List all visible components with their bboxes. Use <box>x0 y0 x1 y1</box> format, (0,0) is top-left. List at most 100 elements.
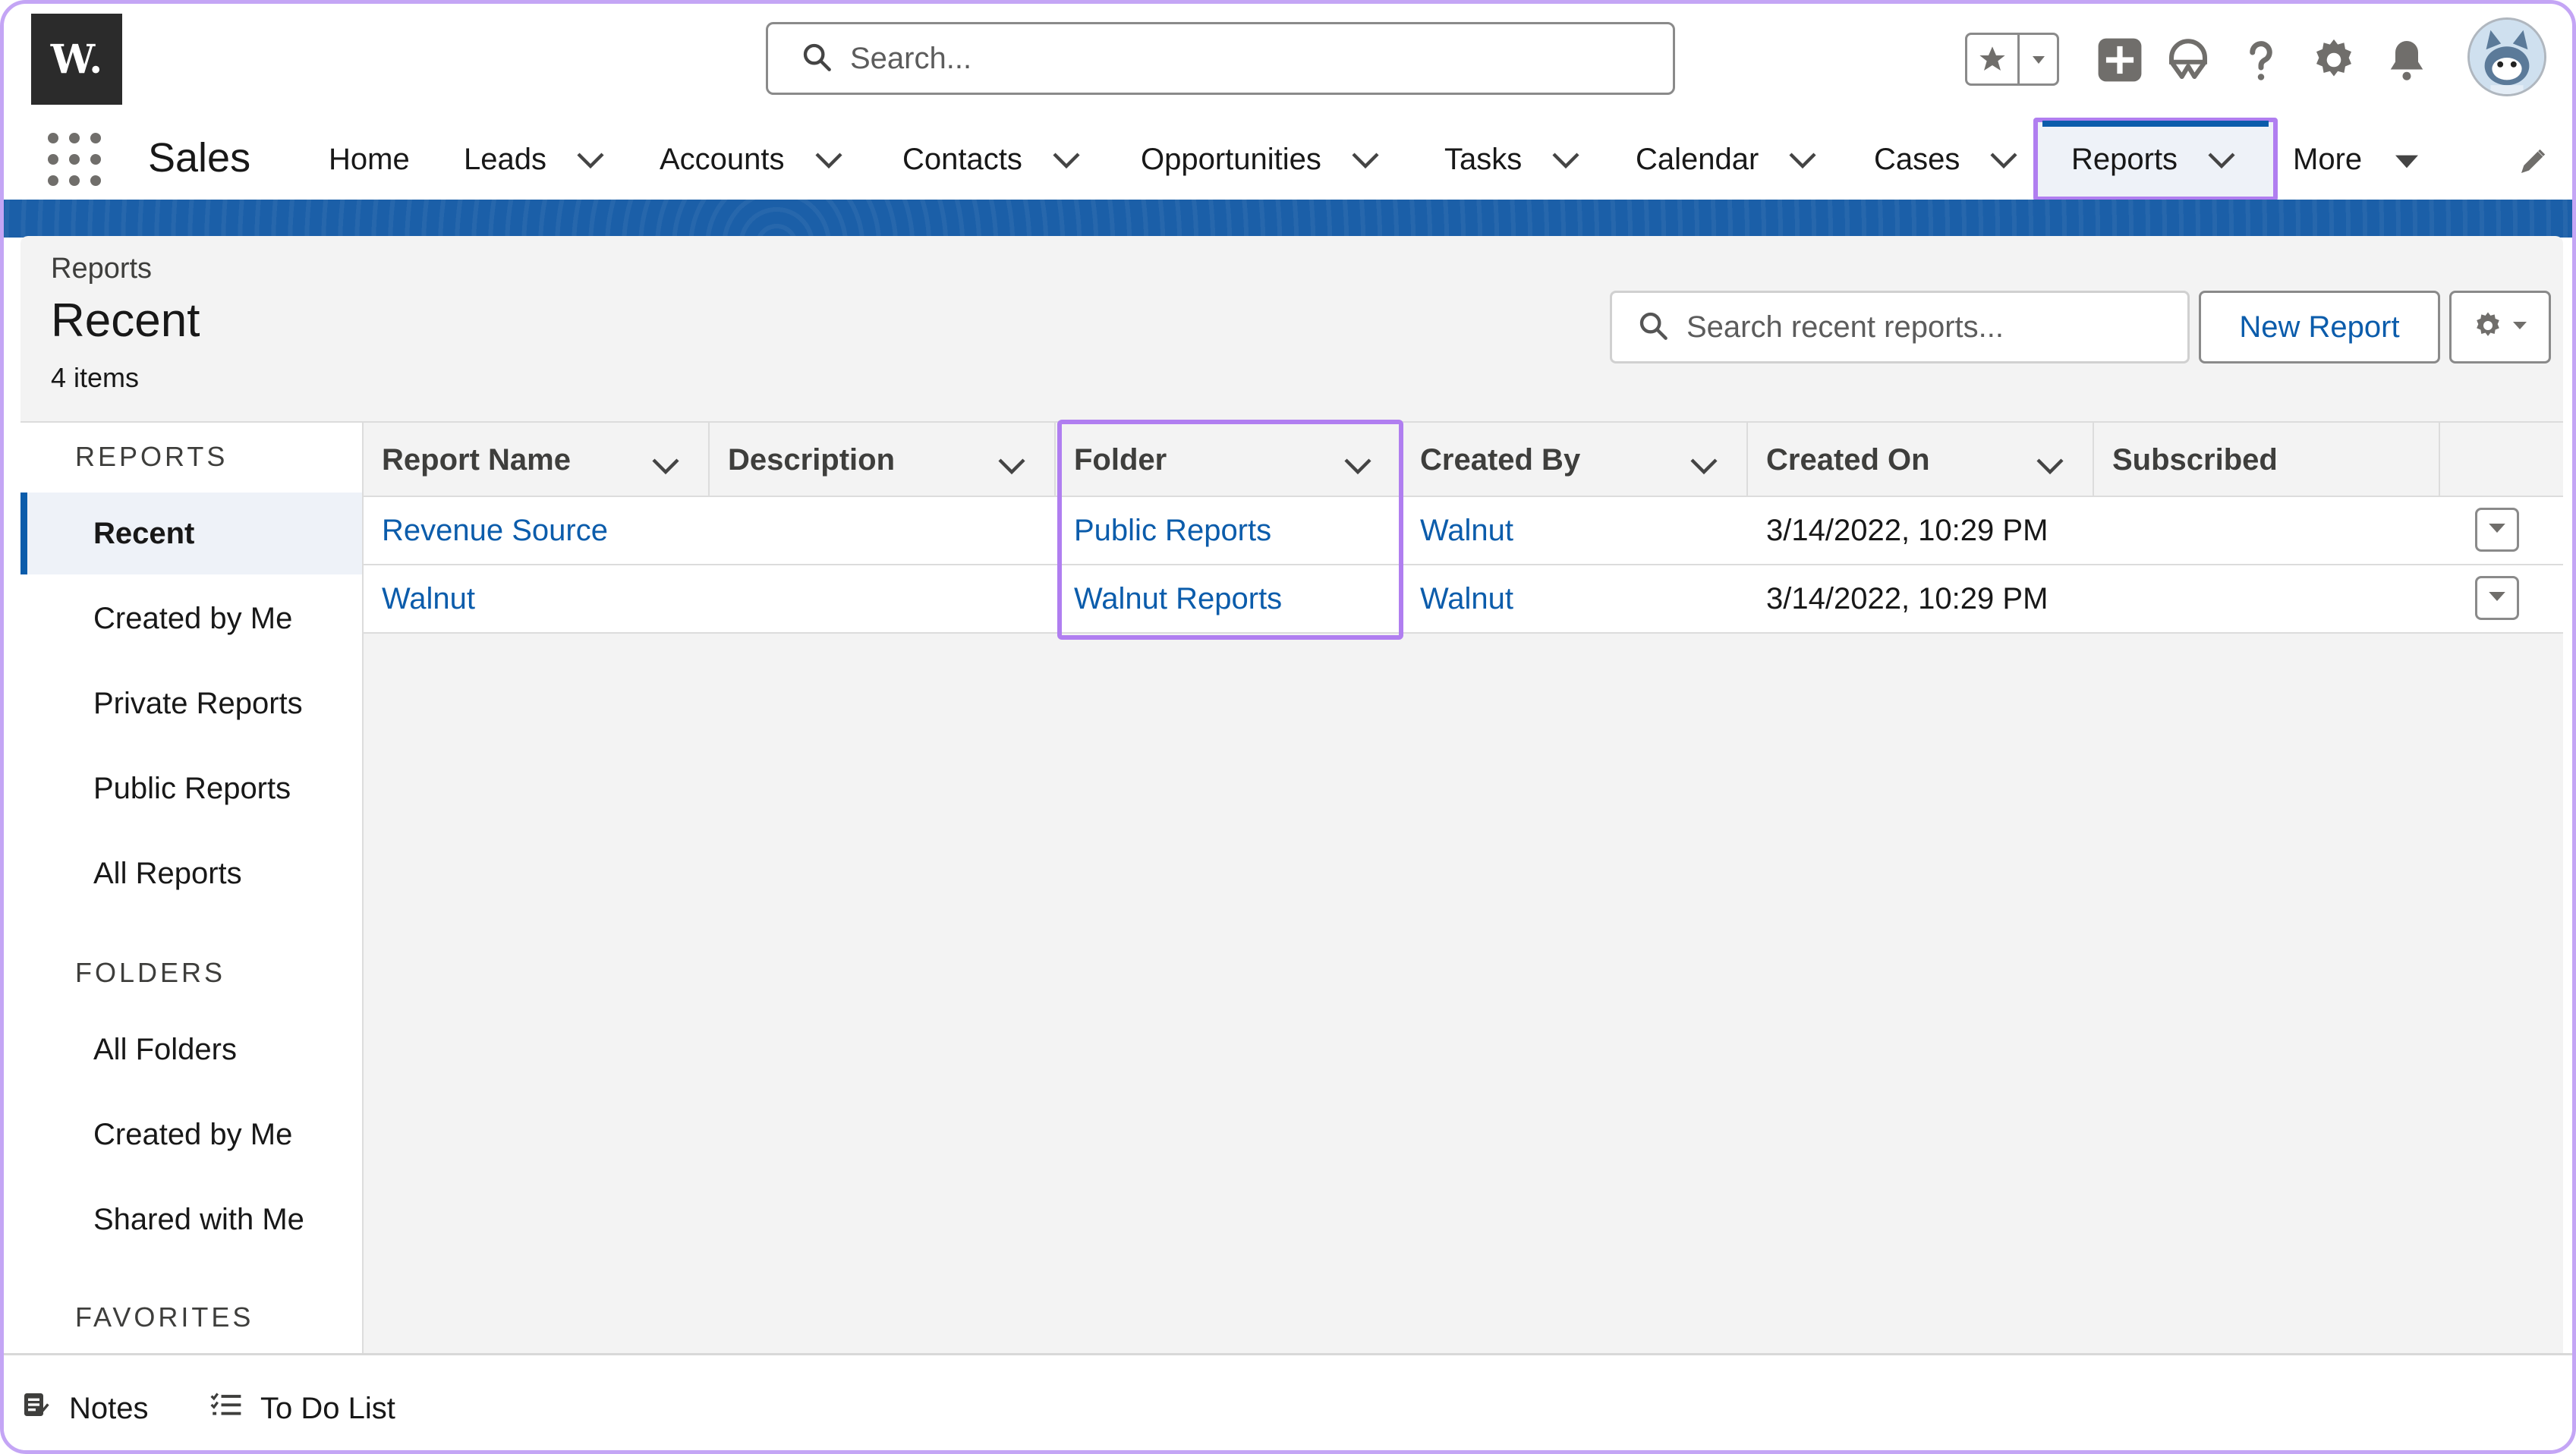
global-create-icon[interactable] <box>2091 31 2149 89</box>
sidebar-item-recent[interactable]: Recent <box>20 493 362 574</box>
app-name: Sales <box>148 135 251 181</box>
chevron-down-icon[interactable] <box>575 143 606 177</box>
nav-item-home[interactable]: Home <box>329 118 410 201</box>
nav-item-tasks[interactable]: Tasks <box>1444 118 1581 201</box>
chevron-down-icon[interactable] <box>650 448 681 483</box>
report-description <box>710 497 728 564</box>
sidebar-heading-favorites: FAVORITES <box>75 1301 254 1333</box>
chevron-down-icon[interactable] <box>2035 448 2065 483</box>
sidebar-item-all-reports[interactable]: All Reports <box>20 832 362 914</box>
nav-item-contacts[interactable]: Contacts <box>902 118 1082 201</box>
subscribed-value <box>2094 565 2112 632</box>
nav-item-label: Home <box>329 142 410 176</box>
nav-item-more[interactable]: More <box>2293 118 2420 201</box>
notifications-bell-icon[interactable] <box>2378 31 2436 89</box>
caret-down-icon[interactable] <box>2394 143 2420 177</box>
nav-item-label: Reports <box>2071 142 2178 176</box>
created-by-link[interactable]: Walnut <box>1402 565 1513 632</box>
column-header-label: Report Name <box>382 442 571 477</box>
chevron-down-icon[interactable] <box>2206 143 2237 177</box>
column-header-created-by[interactable]: Created By <box>1402 423 1748 497</box>
chevron-down-icon[interactable] <box>1343 448 1373 483</box>
notes-icon <box>20 1389 51 1427</box>
sidebar-heading-folders: FOLDERS <box>75 957 226 988</box>
search-icon <box>1638 310 1668 345</box>
utility-bar: Notes To Do List <box>4 1353 2572 1450</box>
column-header-description[interactable]: Description <box>710 423 1056 497</box>
folder-link[interactable]: Walnut Reports <box>1056 565 1282 632</box>
sidebar-item-public-reports[interactable]: Public Reports <box>20 747 362 829</box>
breadcrumb: Reports <box>51 253 153 285</box>
app-navigation-bar: Sales Home Leads Accounts Contacts Oppor… <box>4 118 2572 201</box>
sidebar-item-private-reports[interactable]: Private Reports <box>20 662 362 744</box>
chevron-down-icon[interactable] <box>1350 143 1381 177</box>
report-name-link[interactable]: Walnut <box>364 565 475 632</box>
new-report-button[interactable]: New Report <box>2199 291 2440 364</box>
table-header: Report Name Description Folder Created B… <box>364 421 2563 497</box>
nav-item-opportunities[interactable]: Opportunities <box>1141 118 1381 201</box>
nav-item-reports[interactable]: Reports <box>2033 118 2278 201</box>
checklist-icon <box>210 1389 242 1427</box>
nav-item-label: Leads <box>464 142 546 176</box>
nav-item-accounts[interactable]: Accounts <box>660 118 844 201</box>
chevron-down-icon[interactable] <box>997 448 1027 483</box>
global-search-box[interactable] <box>766 22 1675 95</box>
caret-down-icon <box>2488 522 2506 538</box>
nav-item-label: Cases <box>1874 142 1960 176</box>
chevron-down-icon[interactable] <box>1689 448 1719 483</box>
sidebar-item-folders-created-by-me[interactable]: Created by Me <box>20 1094 362 1175</box>
brand-band <box>4 200 2572 238</box>
row-actions-button[interactable] <box>2475 508 2519 552</box>
nav-item-label: Contacts <box>902 142 1022 176</box>
utility-item-to-do-list[interactable]: To Do List <box>210 1378 395 1439</box>
favorites-star-icon[interactable] <box>1967 35 2020 83</box>
item-count: 4 items <box>51 362 140 393</box>
chevron-down-icon[interactable] <box>814 143 844 177</box>
column-header-created-on[interactable]: Created On <box>1748 423 2094 497</box>
sidebar-item-created-by-me[interactable]: Created by Me <box>20 578 362 659</box>
company-logo[interactable]: W. <box>31 14 122 105</box>
created-on-value: 3/14/2022, 10:29 PM <box>1766 513 2049 547</box>
edit-nav-pencil-icon[interactable] <box>2518 146 2548 181</box>
list-settings-button[interactable] <box>2449 291 2551 364</box>
utility-item-label: Notes <box>69 1391 149 1425</box>
report-description <box>710 565 728 632</box>
chevron-down-icon[interactable] <box>1551 143 1581 177</box>
favorites-dropdown-icon[interactable] <box>2020 35 2057 83</box>
app-launcher-icon[interactable] <box>48 133 101 186</box>
nav-item-cases[interactable]: Cases <box>1874 118 2019 201</box>
utility-item-notes[interactable]: Notes <box>20 1378 149 1439</box>
column-header-label: Folder <box>1074 442 1167 477</box>
created-by-link[interactable]: Walnut <box>1402 497 1513 564</box>
report-name-link[interactable]: Revenue Source <box>364 497 608 564</box>
column-header-label: Created By <box>1420 442 1581 477</box>
user-avatar[interactable] <box>2467 17 2546 96</box>
nav-item-label: Accounts <box>660 142 785 176</box>
trailhead-icon[interactable] <box>2159 31 2217 89</box>
report-search-input[interactable] <box>1685 309 2174 345</box>
chevron-down-icon[interactable] <box>1051 143 1082 177</box>
page-title: Recent <box>51 294 200 347</box>
caret-down-icon <box>2512 320 2527 335</box>
nav-item-leads[interactable]: Leads <box>464 118 606 201</box>
row-actions-button[interactable] <box>2475 576 2519 620</box>
column-header-label: Subscribed <box>2112 442 2278 477</box>
folder-link[interactable]: Public Reports <box>1056 497 1271 564</box>
chevron-down-icon[interactable] <box>1989 143 2019 177</box>
setup-gear-icon[interactable] <box>2305 31 2363 89</box>
utility-item-label: To Do List <box>260 1391 395 1425</box>
sidebar-item-all-folders[interactable]: All Folders <box>20 1009 362 1090</box>
help-icon[interactable] <box>2232 31 2290 89</box>
global-search-input[interactable] <box>849 40 1535 77</box>
column-header-report-name[interactable]: Report Name <box>364 423 710 497</box>
nav-item-label: Tasks <box>1444 142 1523 176</box>
subscribed-value <box>2094 497 2112 564</box>
favorites-button-group <box>1965 33 2059 86</box>
column-header-subscribed[interactable]: Subscribed <box>2094 423 2440 497</box>
active-tab-indicator <box>2042 121 2269 127</box>
nav-item-calendar[interactable]: Calendar <box>1636 118 1818 201</box>
column-header-folder[interactable]: Folder <box>1056 423 1402 497</box>
sidebar-item-shared-with-me[interactable]: Shared with Me <box>20 1179 362 1260</box>
chevron-down-icon[interactable] <box>1787 143 1818 177</box>
report-search-box[interactable] <box>1610 291 2190 364</box>
